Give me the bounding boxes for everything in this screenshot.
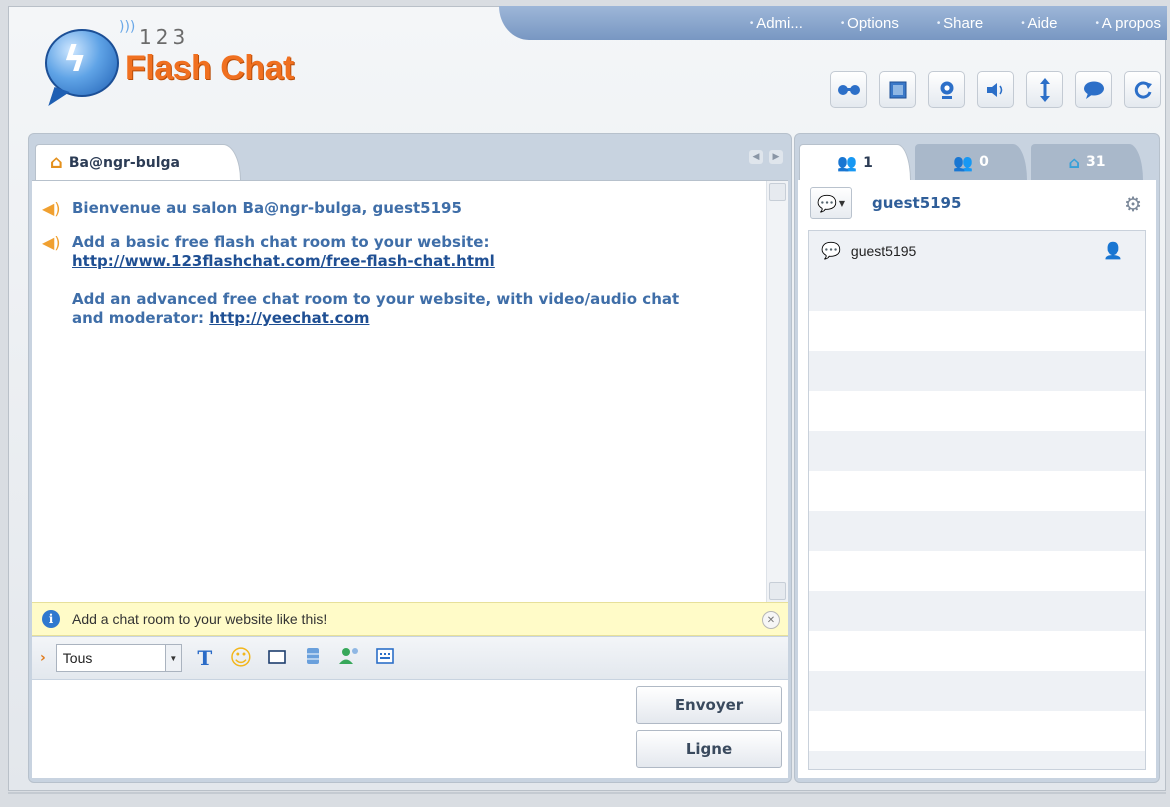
users-body: 💬 ▼ guest5195 ⚙ 💬 guest5195 👤 [798,180,1156,778]
menu-about[interactable]: A propos [1096,15,1161,32]
speaker-icon: ◀) [42,233,61,252]
screen-icon[interactable] [879,71,916,108]
menu-options[interactable]: Options [841,15,899,32]
logo-name: Flash Chat [125,49,294,87]
send-button[interactable]: Envoyer [636,686,782,724]
smiley-icon[interactable]: ☺ [228,646,254,671]
tab-scroll-right-icon[interactable]: ▶ [769,150,783,164]
logo: ϟ ))) 123 Flash Chat [39,15,319,115]
tab-scroll-arrows: ◀ ▶ [749,150,783,164]
user-name: guest5195 [850,243,917,259]
info-icon: i [42,610,60,628]
speaker-icon: ◀) [42,199,61,218]
person-icon: 👤 [1103,243,1123,260]
tab-rooms-count: 31 [1085,154,1106,170]
tab-rooms[interactable]: ⌂ 31 [1031,144,1143,180]
tab-friends-count: 0 [979,154,989,170]
webcam-icon[interactable] [928,71,965,108]
table-row[interactable]: 💬 guest5195 👤 [809,231,1145,271]
logo-bolt-icon: ϟ [63,39,87,80]
users-icon: 👥 [837,153,858,172]
chat-panel: ⌂ Ba@ngr-bulga ◀ ▶ ◀) Bienvenue au salon… [28,133,792,783]
list-item: ◀) Bienvenue au salon Ba@ngr-bulga, gues… [42,199,462,218]
tab-room[interactable]: ⌂ Ba@ngr-bulga [35,144,241,180]
scrollbar-thumb[interactable] [769,183,786,201]
chevron-down-icon: ▼ [838,198,846,208]
message-link[interactable]: http://yeechat.com [209,309,369,327]
list-item: ◀) Add a basic free flash chat room to y… [42,233,679,328]
home-icon: ⌂ [50,152,63,173]
tab-users-count: 1 [863,154,873,171]
status-dropdown[interactable]: 💬 ▼ [810,187,852,219]
resize-vertical-icon[interactable] [1026,71,1063,108]
menu-help[interactable]: Aide [1021,15,1057,32]
users-tabs: 👥 1 👥 0 ⌂ 31 [799,144,1143,180]
message-link[interactable]: http://www.123flashchat.com/free-flash-c… [72,252,495,270]
tab-friends[interactable]: 👥 0 [915,144,1027,180]
tab-scroll-left-icon[interactable]: ◀ [749,150,763,164]
gear-icon[interactable]: ⚙ [1124,192,1142,216]
notice-bar: i Add a chat room to your website like t… [32,602,788,636]
message-scrollbar[interactable] [766,181,788,602]
tab-users[interactable]: 👥 1 [799,144,911,180]
user-add-icon[interactable] [336,647,362,670]
chat-bubble-icon[interactable] [1075,71,1112,108]
current-user-bar: 💬 ▼ guest5195 ⚙ [798,180,1156,226]
footer-divider [8,792,1166,794]
menu-admin[interactable]: Admi... [750,15,803,32]
message-line: and moderator: [72,309,210,327]
message-text: Bienvenue au salon Ba@ngr-bulga, guest51… [72,199,462,217]
room-tab-label: Ba@ngr-bulga [68,154,180,171]
line-button[interactable]: Ligne [636,730,782,768]
recipient-value: Tous [62,650,93,666]
background-icon[interactable] [264,648,290,669]
message-text: Add a basic free flash chat room to your… [72,233,679,328]
top-menu: Admi... Options Share Aide A propos [499,6,1167,40]
keyboard-icon[interactable] [372,647,398,669]
chevron-right-icon: › [40,650,46,666]
recipient-select[interactable]: Tous ▼ [55,644,182,672]
refresh-icon[interactable] [1124,71,1161,108]
logo-number: 123 [139,25,190,49]
header: ϟ ))) 123 Flash Chat Admi... Options Sha… [9,6,1167,127]
current-user-name: guest5195 [872,194,962,212]
users-panel: 👥 1 👥 0 ⌂ 31 💬 ▼ guest5195 ⚙ 💬 guest5195… [794,133,1160,783]
logo-waves-icon: ))) [119,19,136,35]
message-line: Add an advanced free chat room to your w… [72,290,680,308]
speaker-icon[interactable] [977,71,1014,108]
message-input[interactable]: Envoyer Ligne [32,680,788,778]
friends-icon: 👥 [953,152,974,172]
text-format-icon[interactable]: T [192,646,218,670]
notice-text: Add a chat room to your website like thi… [72,611,328,627]
chevron-down-icon[interactable]: ▼ [164,645,181,671]
home-icon: ⌂ [1068,152,1080,172]
chat-bubble-icon: 💬 [821,243,841,260]
chat-bubble-icon: 💬 [816,193,837,213]
scrollbar-end[interactable] [769,582,786,600]
toolbar [830,71,1161,108]
glasses-icon[interactable] [830,71,867,108]
menu-share[interactable]: Share [937,15,983,32]
input-toolbar: › Tous ▼ T ☺ [32,637,788,679]
message-area: ◀) Bienvenue au salon Ba@ngr-bulga, gues… [32,180,788,602]
close-icon[interactable]: ✕ [762,611,780,629]
database-icon[interactable] [300,647,326,670]
user-list: 💬 guest5195 👤 [808,230,1146,770]
message-line: Add a basic free flash chat room to your… [72,233,490,251]
chat-app-window: ϟ ))) 123 Flash Chat Admi... Options Sha… [8,6,1167,791]
